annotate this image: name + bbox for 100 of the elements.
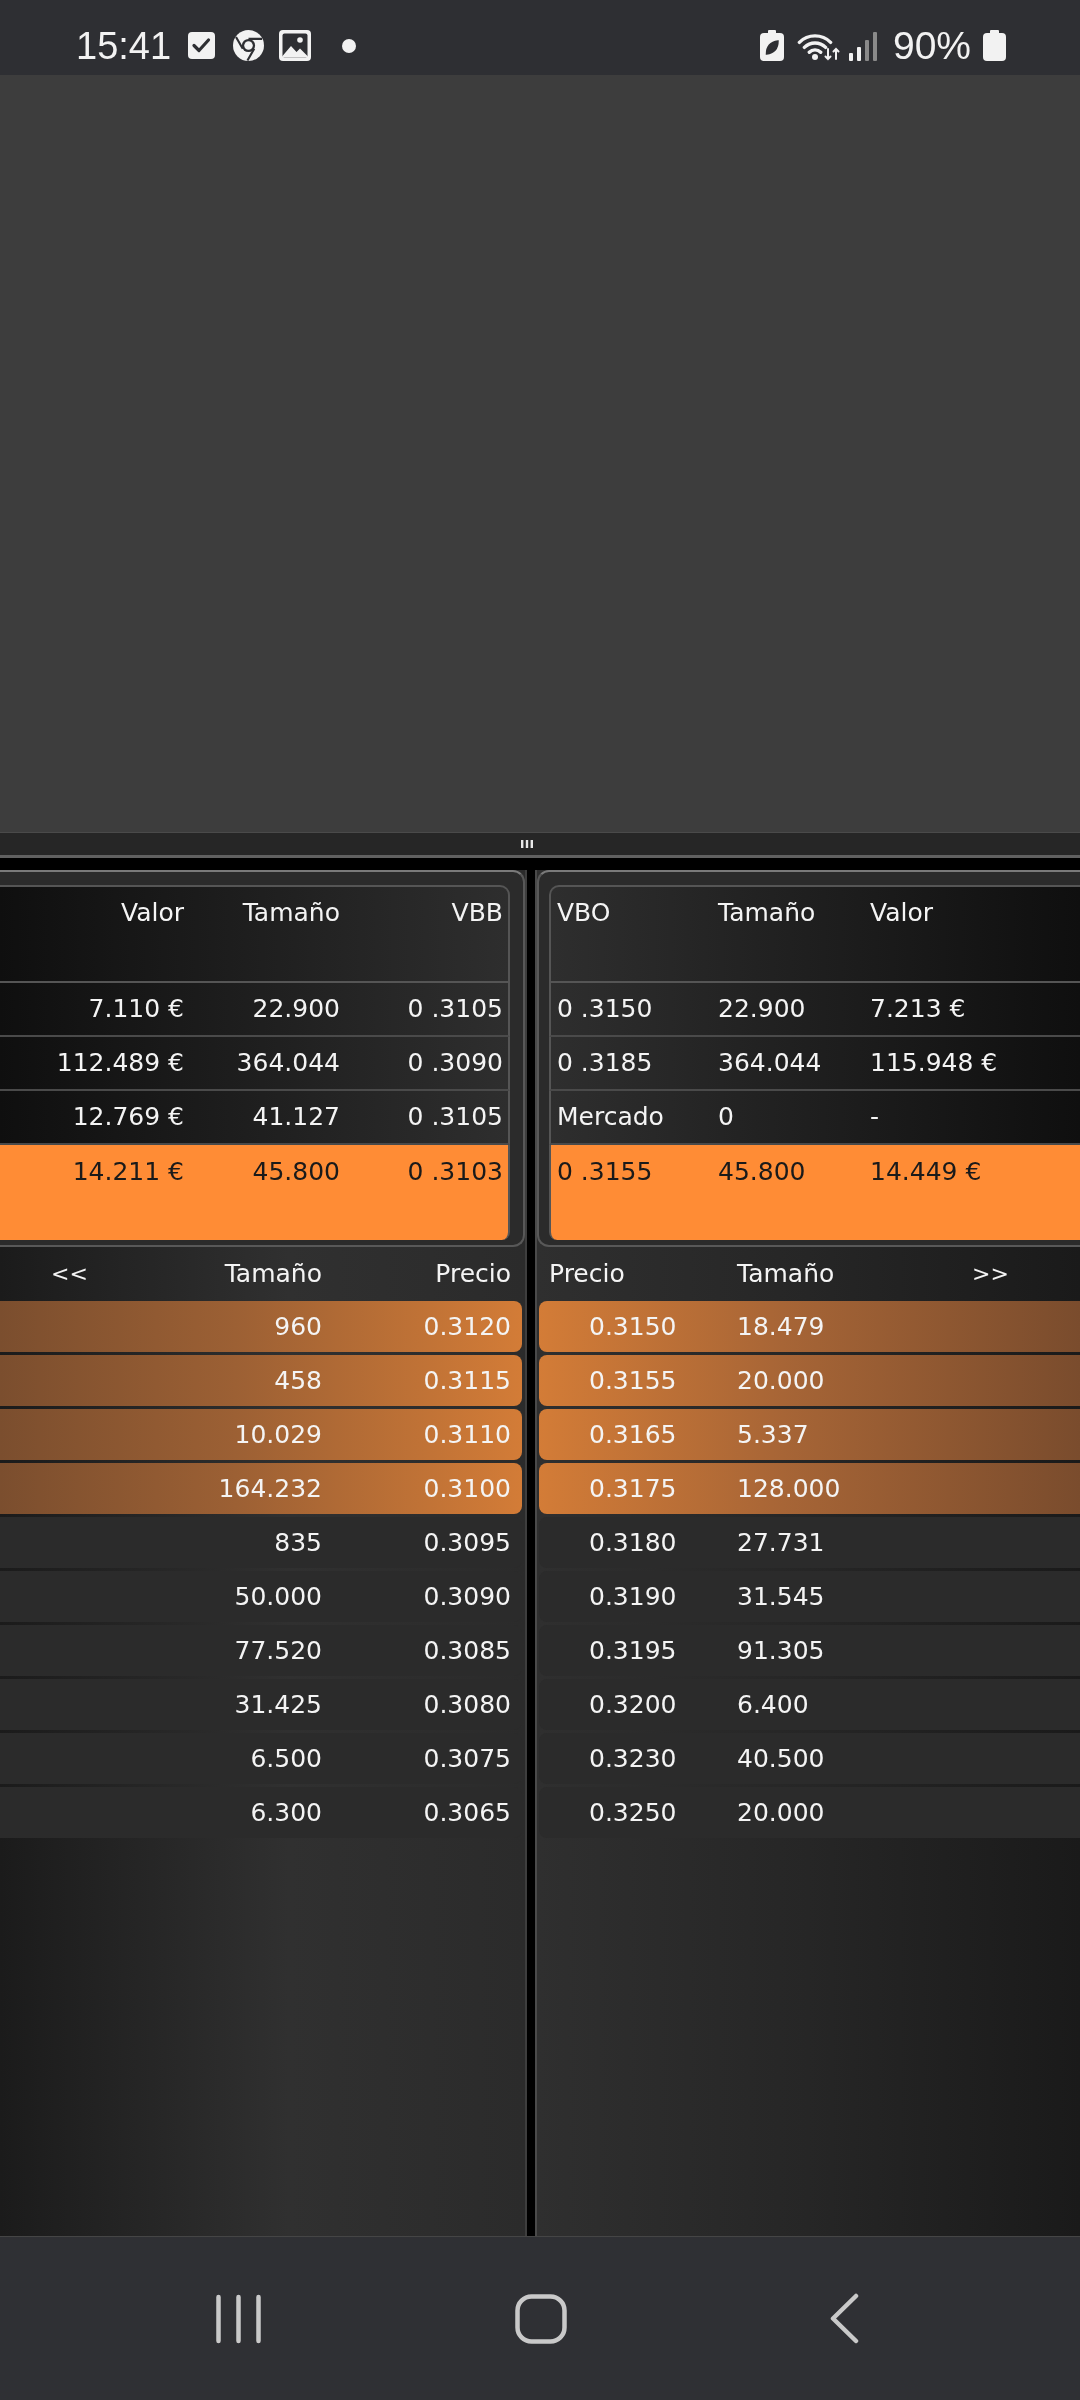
table-cell: 0.3115	[423, 1365, 511, 1396]
table-cell: 364.044	[718, 1048, 822, 1078]
table-cell: 91.305	[737, 1635, 825, 1666]
column-header: Tamaño	[718, 898, 816, 928]
order-row[interactable]: 0.3200 6.400	[539, 1679, 1080, 1730]
table-cell: 458	[274, 1365, 322, 1396]
column-header: Tamaño	[242, 898, 340, 928]
order-row[interactable]: 0.3165 5.337	[539, 1409, 1080, 1460]
table-cell: 0.3250	[589, 1797, 677, 1828]
battery-leaf-icon	[759, 30, 784, 61]
table-cell: 0 .3105	[407, 994, 503, 1024]
table-cell: 31.425	[234, 1689, 322, 1720]
order-row[interactable]: 0.3155 20.000	[539, 1355, 1080, 1406]
table-cell: 0.3150	[589, 1311, 677, 1342]
order-row[interactable]: 0.3175 128.000	[539, 1463, 1080, 1514]
table-cell: 14.449 €	[870, 1157, 982, 1187]
table-cell: 364.044	[236, 1048, 340, 1078]
battery-icon	[983, 30, 1006, 61]
table-cell: 20.000	[737, 1365, 825, 1396]
nav-button[interactable]: >>	[966, 1259, 1015, 1289]
table-cell: 0.3200	[589, 1689, 677, 1720]
grip-icon[interactable]	[521, 840, 533, 848]
column-header: Precio	[435, 1259, 511, 1289]
table-cell: 0.3095	[423, 1527, 511, 1558]
back-icon[interactable]	[830, 2293, 859, 2344]
order-row[interactable]: 0.3150 18.479	[539, 1301, 1080, 1352]
column-header: VBB	[451, 898, 503, 928]
table-cell: 128.000	[737, 1473, 841, 1504]
table-cell: 7.110 €	[88, 994, 184, 1024]
table-cell: Mercado	[557, 1102, 664, 1132]
table-cell: 835	[274, 1527, 322, 1558]
dot-icon	[342, 38, 357, 53]
image-icon	[279, 30, 312, 61]
table-cell: 0.3175	[589, 1473, 677, 1504]
table-cell: 115.948 €	[870, 1048, 998, 1078]
nav-button[interactable]: <<	[45, 1259, 94, 1289]
table-cell: 0.3100	[423, 1473, 511, 1504]
table-cell: 27.731	[737, 1527, 825, 1558]
table-cell: 164.232	[218, 1473, 322, 1504]
table-cell: 45.800	[718, 1157, 806, 1187]
order-row[interactable]: 0.3250 20.000	[539, 1787, 1080, 1838]
column-header: Precio	[549, 1259, 625, 1289]
column-header: Valor	[870, 898, 933, 928]
order-row[interactable]: 458 0.3115	[0, 1355, 522, 1406]
table-cell: 0.3155	[589, 1365, 677, 1396]
table-cell: 50.000	[234, 1581, 322, 1612]
home-icon[interactable]	[515, 2293, 567, 2344]
table-cell: 40.500	[737, 1743, 825, 1774]
table-cell: 0	[718, 1102, 734, 1132]
table-cell: 0 .3185	[557, 1048, 653, 1078]
table-cell: 45.800	[252, 1157, 340, 1187]
table-cell: 77.520	[234, 1635, 322, 1666]
table-cell: 12.769 €	[72, 1102, 184, 1132]
table-cell: 0.3230	[589, 1743, 677, 1774]
table-cell: 0 .3090	[407, 1048, 503, 1078]
table-cell: 0.3165	[589, 1419, 677, 1450]
table-cell: 20.000	[737, 1797, 825, 1828]
column-header: Tamaño	[737, 1259, 835, 1289]
table-cell: 6.500	[250, 1743, 322, 1774]
tick-box-icon	[188, 30, 216, 61]
aperture-icon	[233, 30, 265, 61]
table-cell: 0.3075	[423, 1743, 511, 1774]
signal-icon	[847, 30, 877, 61]
order-row[interactable]: 0.3195 91.305	[539, 1625, 1080, 1676]
table-cell: 0 .3155	[557, 1157, 653, 1187]
table-cell: 0.3180	[589, 1527, 677, 1558]
table-cell: 0.3065	[423, 1797, 511, 1828]
table-cell: 41.127	[252, 1102, 340, 1132]
table-cell: 22.900	[252, 994, 340, 1024]
order-row[interactable]: 0.3230 40.500	[539, 1733, 1080, 1784]
status-time: 15:41	[76, 26, 172, 65]
table-cell: 0.3080	[423, 1689, 511, 1720]
table-cell: 22.900	[718, 994, 806, 1024]
table-cell: 0.3090	[423, 1581, 511, 1612]
battery-percent: 90%	[892, 26, 971, 65]
table-cell: 0.3120	[423, 1311, 511, 1342]
table-cell: 0 .3103	[407, 1157, 503, 1187]
column-header: Valor	[121, 898, 184, 928]
table-cell: 6.400	[737, 1689, 809, 1720]
order-row[interactable]: 10.029 0.3110	[0, 1409, 522, 1460]
order-row[interactable]: 164.232 0.3100	[0, 1463, 522, 1514]
table-cell: 0.3085	[423, 1635, 511, 1666]
order-row[interactable]: 960 0.3120	[0, 1301, 522, 1352]
table-cell: 0 .3105	[407, 1102, 503, 1132]
recents-icon[interactable]	[215, 2293, 262, 2344]
table-cell: 5.337	[737, 1419, 809, 1450]
table-cell: 10.029	[234, 1419, 322, 1450]
table-cell: 0.3110	[423, 1419, 511, 1450]
table-cell: 0 .3150	[557, 994, 653, 1024]
table-cell: 0.3195	[589, 1635, 677, 1666]
table-cell: 31.545	[737, 1581, 825, 1612]
order-row[interactable]: 0.3190 31.545	[539, 1571, 1080, 1622]
table-cell: 112.489 €	[56, 1048, 184, 1078]
table-cell: 960	[274, 1311, 322, 1342]
table-cell: 6.300	[250, 1797, 322, 1828]
table-cell: 14.211 €	[72, 1157, 184, 1187]
table-cell: -	[870, 1102, 880, 1132]
column-header: VBO	[557, 898, 611, 928]
order-row[interactable]: 0.3180 27.731	[539, 1517, 1080, 1568]
table-cell: 18.479	[737, 1311, 825, 1342]
